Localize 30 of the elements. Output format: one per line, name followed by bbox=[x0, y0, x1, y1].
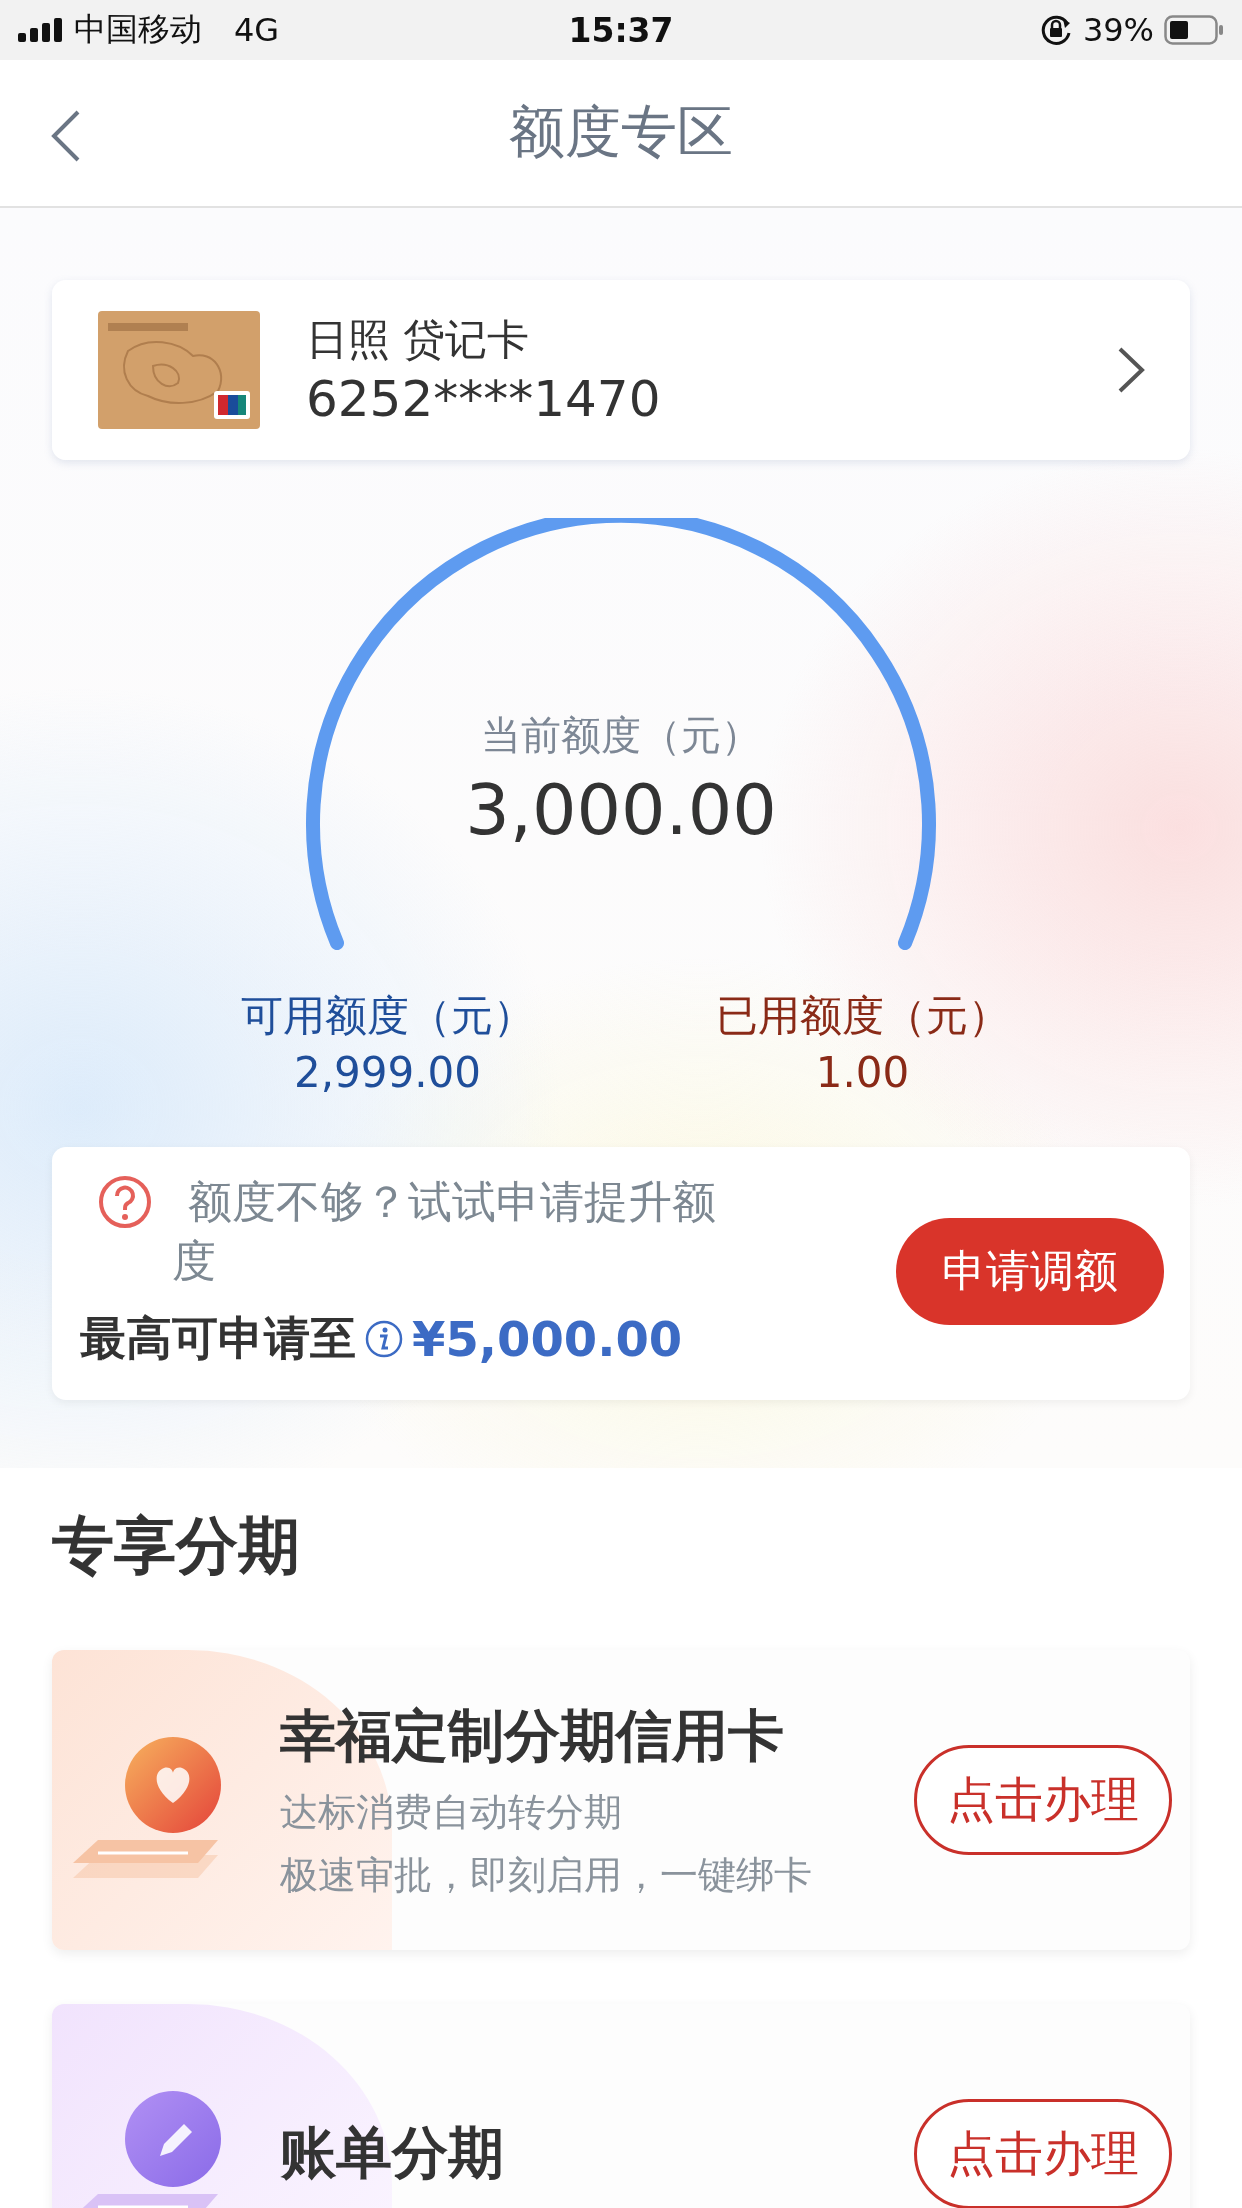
gauge-label: 当前额度（元） bbox=[481, 711, 761, 760]
status-time: 15:37 bbox=[568, 10, 674, 50]
apply-button[interactable]: 点击办理 bbox=[914, 1745, 1172, 1856]
card-selector[interactable]: 日照 贷记卡 6252****1470 bbox=[52, 280, 1190, 460]
info-icon[interactable] bbox=[364, 1319, 404, 1360]
offer-title: 幸福定制分期信用卡 bbox=[280, 1702, 785, 1771]
chevron-right-icon bbox=[1116, 345, 1146, 395]
apply-button[interactable]: 点击办理 bbox=[914, 2099, 1172, 2208]
signal-icon bbox=[18, 18, 64, 42]
offer-description: 极速审批，即刻启用，一键绑卡 bbox=[280, 1852, 813, 1900]
used-label: 已用额度（元） bbox=[715, 990, 1010, 1042]
available-label: 可用额度（元） bbox=[240, 990, 535, 1042]
card-number: 6252****1470 bbox=[306, 370, 662, 428]
used-value: 1.00 bbox=[815, 1048, 910, 1097]
page-title: 额度专区 bbox=[509, 98, 733, 166]
available-value: 2,999.00 bbox=[294, 1048, 481, 1097]
question-icon bbox=[98, 1175, 152, 1229]
offer-title: 账单分期 bbox=[280, 2119, 505, 2188]
section-title: 专享分期 bbox=[52, 1508, 301, 1585]
battery-percent: 39% bbox=[1082, 11, 1154, 49]
upgrade-prompt: 额度不够？试试申请提升额度 bbox=[172, 1175, 717, 1288]
network-type: 4G bbox=[234, 11, 280, 49]
max-limit-value: ¥5,000.00 bbox=[412, 1311, 683, 1368]
max-limit-label: 最高可申请至 bbox=[80, 1310, 356, 1368]
battery-icon bbox=[1164, 15, 1224, 45]
gauge-value: 3,000.00 bbox=[465, 769, 777, 851]
card-name: 日照 贷记卡 bbox=[306, 314, 531, 366]
carrier-name: 中国移动 bbox=[74, 9, 202, 50]
apply-adjust-button[interactable]: 申请调额 bbox=[896, 1218, 1164, 1325]
offer-description: 达标消费自动转分期 bbox=[280, 1789, 623, 1837]
